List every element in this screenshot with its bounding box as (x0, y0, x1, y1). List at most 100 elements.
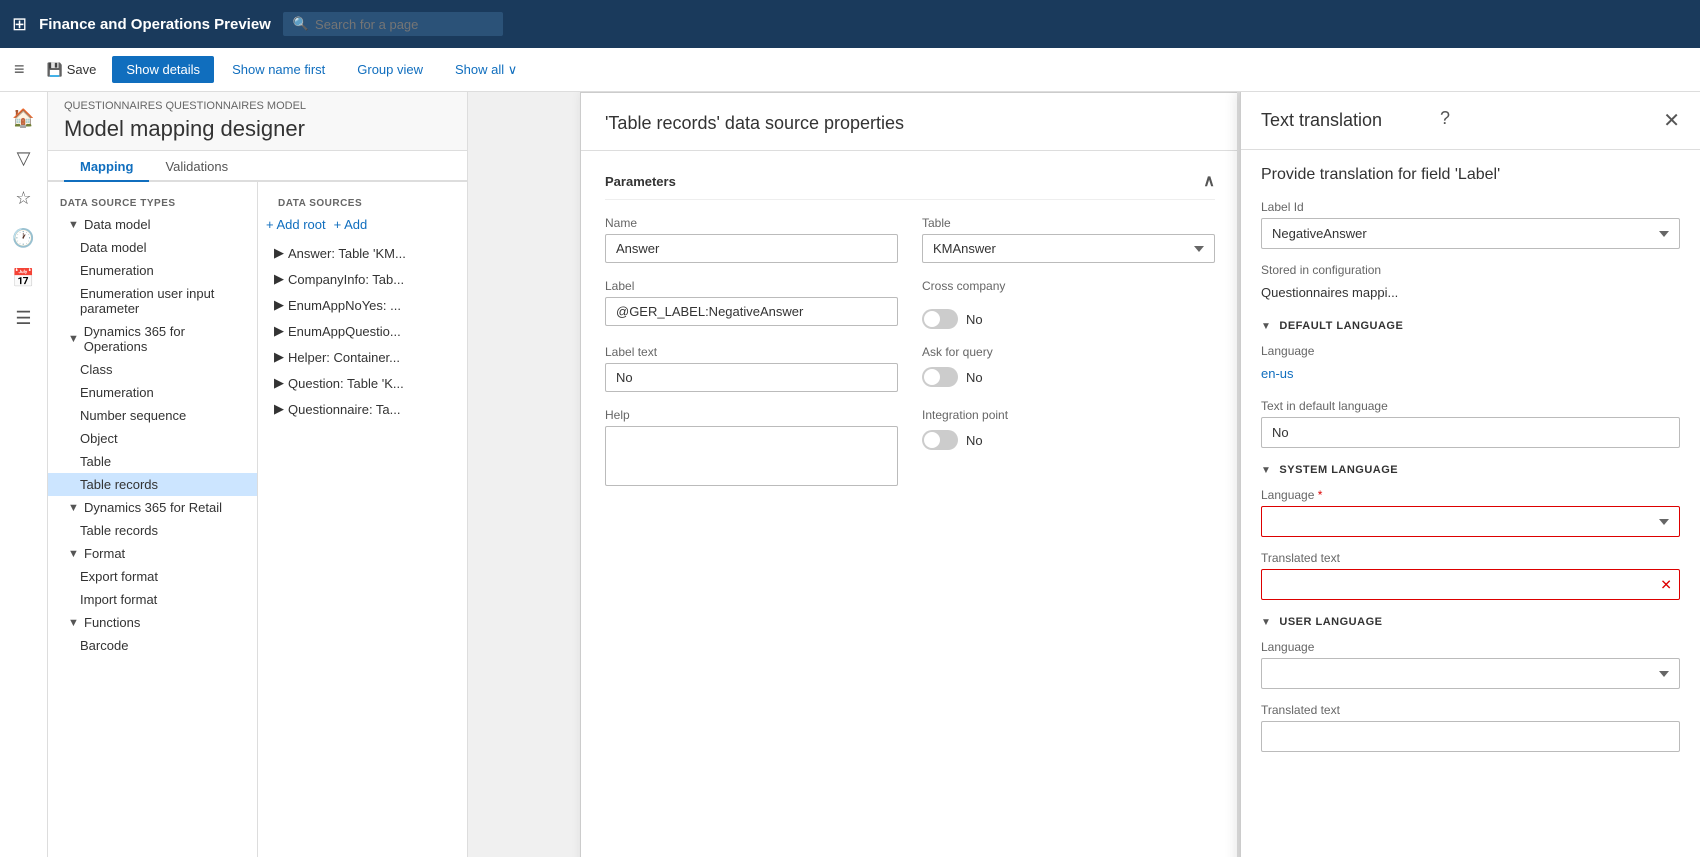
source-item-question[interactable]: ▶ Question: Table 'K... (266, 370, 459, 396)
system-language-section: SYSTEM LANGUAGE (1261, 464, 1680, 476)
help-integration-row: Help Integration point No (605, 408, 1215, 486)
label-text-group: Label text (605, 345, 898, 392)
save-icon: 💾 (47, 62, 63, 78)
tree-item-number-sequence[interactable]: Number sequence (48, 404, 257, 427)
tree-item-table-records[interactable]: Table records (48, 473, 257, 496)
system-translated-input[interactable] (1261, 569, 1680, 600)
source-item-enum-app-no-yes[interactable]: ▶ EnumAppNoYes: ... (266, 292, 459, 318)
ask-for-query-value: No (966, 370, 983, 385)
top-bar: ⊞ Finance and Operations Preview 🔍 (0, 0, 1700, 48)
tree-item-label: Enumeration (80, 385, 154, 400)
sources-toolbar: + Add root + Add (266, 213, 459, 240)
list-icon[interactable]: ☰ (6, 300, 42, 336)
data-source-types-panel: DATA SOURCE TYPES ▼ Data model Data mode… (48, 182, 258, 857)
source-item-label: Helper: Container... (288, 350, 400, 365)
name-input[interactable] (605, 234, 898, 263)
show-all-button[interactable]: Show all ∨ (441, 56, 531, 84)
tree-item-table-records-retail[interactable]: Table records (48, 519, 257, 542)
expand-arrow-icon: ▶ (274, 349, 284, 365)
expand-arrow-icon: ▶ (274, 245, 284, 261)
show-name-first-button[interactable]: Show name first (218, 56, 339, 83)
help-group: Help (605, 408, 898, 486)
tree-item-label: Table records (80, 477, 158, 492)
tree-item-label: Functions (84, 615, 140, 630)
star-icon[interactable]: ☆ (6, 180, 42, 216)
arrow-icon: ▼ (68, 333, 80, 345)
tab-mapping[interactable]: Mapping (64, 151, 149, 182)
source-item-answer[interactable]: ▶ Answer: Table 'KM... (266, 240, 459, 266)
add-root-button[interactable]: + Add root (266, 217, 326, 232)
tree-item-barcode[interactable]: Barcode (48, 634, 257, 657)
tree-item-data-model[interactable]: Data model (48, 236, 257, 259)
filter-icon[interactable]: ▽ (6, 140, 42, 176)
modal-body: Parameters ∧ Name Table KMAnswer Label (581, 151, 1239, 857)
cross-company-toggle[interactable] (922, 309, 958, 329)
source-item-enum-app-question[interactable]: ▶ EnumAppQuestio... (266, 318, 459, 344)
home-icon[interactable]: 🏠 (6, 100, 42, 136)
source-item-label: EnumAppNoYes: ... (288, 298, 401, 313)
calendar-icon[interactable]: 📅 (6, 260, 42, 296)
system-language-select[interactable] (1261, 506, 1680, 537)
default-language-value: en-us (1261, 362, 1680, 385)
group-view-button[interactable]: Group view (343, 56, 437, 83)
tree-item-import-format[interactable]: Import format (48, 588, 257, 611)
history-icon[interactable]: 🕐 (6, 220, 42, 256)
clear-icon[interactable]: ✕ (1660, 576, 1672, 593)
label-text-input[interactable] (605, 363, 898, 392)
integration-point-label: Integration point (922, 408, 1215, 422)
close-button[interactable]: ✕ (1663, 108, 1680, 133)
parameters-label: Parameters (605, 174, 676, 189)
tree-item-d365-retail[interactable]: ▼ Dynamics 365 for Retail (48, 496, 257, 519)
cross-company-value: No (966, 312, 983, 327)
source-item-company-info[interactable]: ▶ CompanyInfo: Tab... (266, 266, 459, 292)
tree-item-d365-ops[interactable]: ▼ Dynamics 365 for Operations (48, 320, 257, 358)
breadcrumb: QUESTIONNAIRES QUESTIONNAIRES MODEL (64, 100, 451, 112)
help-textarea[interactable] (605, 426, 898, 486)
right-panel-body: Provide translation for field 'Label' La… (1241, 150, 1700, 857)
source-item-helper[interactable]: ▶ Helper: Container... (266, 344, 459, 370)
tab-validations[interactable]: Validations (149, 151, 244, 182)
grid-icon[interactable]: ⊞ (12, 14, 27, 35)
left-panel: QUESTIONNAIRES QUESTIONNAIRES MODEL Mode… (48, 92, 468, 857)
search-box[interactable]: 🔍 (283, 12, 503, 36)
tree-item-class[interactable]: Class (48, 358, 257, 381)
help-icon[interactable]: ? (1440, 108, 1450, 129)
integration-point-toggle[interactable] (922, 430, 958, 450)
parameters-section-header: Parameters ∧ (605, 171, 1215, 200)
arrow-icon: ▼ (68, 617, 80, 629)
tree-item-label: Enumeration (80, 263, 154, 278)
user-language-select[interactable] (1261, 658, 1680, 689)
arrow-icon: ▼ (68, 548, 80, 560)
label-id-select[interactable]: NegativeAnswer (1261, 218, 1680, 249)
tree-item-functions[interactable]: ▼ Functions (48, 611, 257, 634)
user-translated-text-group: Translated text (1261, 703, 1680, 752)
tree-item-label: Dynamics 365 for Operations (84, 324, 249, 354)
tree-item-enumeration[interactable]: Enumeration (48, 259, 257, 282)
default-text-input[interactable] (1261, 417, 1680, 448)
hamburger-icon[interactable]: ≡ (8, 53, 31, 86)
tree-item-label: Barcode (80, 638, 128, 653)
tree-item-table[interactable]: Table (48, 450, 257, 473)
label-input[interactable] (605, 297, 898, 326)
table-label: Table (922, 216, 1215, 230)
show-details-button[interactable]: Show details (112, 56, 214, 83)
tree-item-export-format[interactable]: Export format (48, 565, 257, 588)
label-id-label: Label Id (1261, 200, 1680, 214)
right-panel-header: Text translation ✕ (1241, 92, 1700, 150)
table-select[interactable]: KMAnswer (922, 234, 1215, 263)
tree-item-format[interactable]: ▼ Format (48, 542, 257, 565)
search-input[interactable] (315, 17, 493, 32)
required-star: * (1318, 488, 1323, 502)
add-child-button[interactable]: + Add (334, 217, 368, 232)
tree-item-data-model-parent[interactable]: ▼ Data model (48, 213, 257, 236)
name-label: Name (605, 216, 898, 230)
user-translated-input[interactable] (1261, 721, 1680, 752)
tree-item-object[interactable]: Object (48, 427, 257, 450)
label-group: Label (605, 279, 898, 329)
save-button[interactable]: 💾 Save (35, 56, 109, 84)
ask-for-query-toggle[interactable] (922, 367, 958, 387)
tree-item-enum-user-input[interactable]: Enumeration user input parameter (48, 282, 257, 320)
tree-item-enum-d365[interactable]: Enumeration (48, 381, 257, 404)
source-item-questionnaire[interactable]: ▶ Questionnaire: Ta... (266, 396, 459, 422)
collapse-icon[interactable]: ∧ (1203, 171, 1215, 191)
